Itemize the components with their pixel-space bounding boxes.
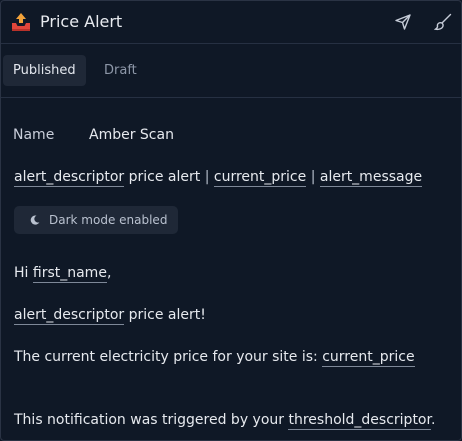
outbox-tray-icon (11, 12, 31, 32)
trigger-suffix: . (430, 412, 436, 428)
separator: | (204, 169, 210, 185)
trigger-line: This notification was triggered by your … (14, 410, 435, 430)
name-label: Name (13, 127, 55, 143)
alert-line: alert_descriptor price alert! (14, 305, 206, 325)
variable-alert-descriptor[interactable]: alert_descriptor (14, 307, 125, 325)
variable-first-name[interactable]: first_name (32, 265, 107, 283)
variable-threshold-descriptor[interactable]: threshold_descriptor (288, 412, 431, 430)
variable-current-price[interactable]: current_price (322, 349, 415, 367)
send-icon (395, 14, 411, 30)
variable-alert-message[interactable]: alert_message (319, 169, 423, 187)
variable-alert-descriptor[interactable]: alert_descriptor (14, 169, 125, 187)
trigger-text: This notification was triggered by your (14, 412, 289, 428)
price-alert-panel: Price Alert Published Draft Name Amber S… (0, 0, 462, 441)
send-button[interactable] (392, 11, 414, 33)
page-title: Price Alert (40, 12, 123, 31)
name-value: Amber Scan (89, 127, 174, 143)
subject-line: alert_descriptor price alert | current_p… (14, 167, 423, 187)
dark-mode-label: Dark mode enabled (49, 213, 168, 227)
greeting-line: Hi first_name, (14, 263, 111, 283)
moon-icon (30, 215, 40, 225)
brush-icon (434, 13, 452, 31)
greeting-suffix: , (106, 265, 112, 281)
tab-draft[interactable]: Draft (94, 55, 147, 86)
price-line: The current electricity price for your s… (14, 347, 415, 367)
brush-button[interactable] (432, 11, 454, 33)
price-text: The current electricity price for your s… (14, 349, 323, 365)
tab-bar: Published Draft (1, 44, 461, 98)
variable-current-price[interactable]: current_price (213, 169, 307, 187)
separator: | (310, 169, 316, 185)
tab-published[interactable]: Published (3, 55, 86, 86)
alert-text: price alert! (124, 307, 206, 323)
dark-mode-badge[interactable]: Dark mode enabled (14, 206, 178, 234)
subject-text: price alert (124, 169, 205, 185)
header: Price Alert (1, 1, 461, 44)
greeting-prefix: Hi (14, 265, 33, 281)
